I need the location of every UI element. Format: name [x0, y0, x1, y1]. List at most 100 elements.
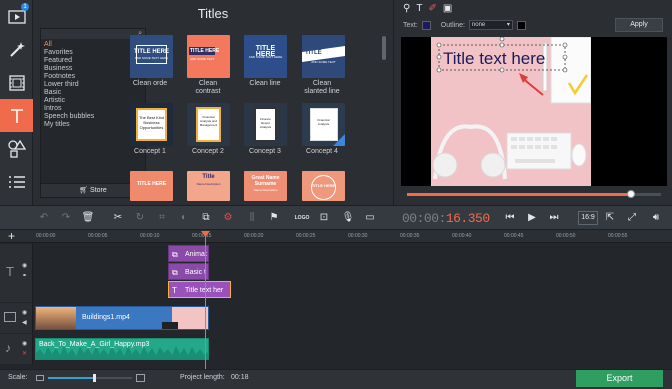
text-color-swatch[interactable]	[421, 20, 431, 30]
visibility-eye-icon[interactable]: ◉	[22, 309, 27, 316]
crop-icon[interactable]: ⌗	[154, 211, 170, 225]
thumbnail-label: Concept 3	[249, 148, 281, 155]
timeline-ruler[interactable]: + 00:00:00 00:00:05 00:00:10 00:00:15 00…	[0, 229, 672, 243]
text-style-row: Text: Outline: none ▾	[403, 20, 526, 30]
play-icon[interactable]: ▶	[524, 211, 540, 225]
import-media-tool[interactable]: 1	[0, 0, 33, 33]
category-item[interactable]: Footnotes	[44, 73, 75, 81]
font-t-icon[interactable]: T	[416, 3, 422, 14]
flag-marker-icon[interactable]: ⚑	[266, 211, 282, 225]
outline-select[interactable]: none ▾	[468, 20, 513, 30]
microphone-icon[interactable]: 🎙︎	[340, 211, 356, 225]
ruler-tick: 00:00:25	[296, 233, 316, 239]
titles-panel: Titles ⌕ All Favorites Featured Business…	[34, 0, 392, 205]
scale-slider[interactable]	[48, 374, 132, 382]
transitions-tool[interactable]	[0, 66, 33, 99]
logo-button[interactable]: LOGO	[294, 211, 310, 225]
audio-clip[interactable]: Back_To_Make_A_Girl_Happy.mp3	[35, 338, 209, 360]
visibility-eye-icon[interactable]: ◉	[22, 340, 27, 347]
redo-icon[interactable]: ↷	[58, 211, 74, 225]
more-tools[interactable]	[0, 165, 33, 198]
title-track-header: T ◉ ⚭	[0, 244, 33, 302]
stickers-tool[interactable]	[0, 132, 33, 165]
transition-icon[interactable]: ⧉	[198, 211, 214, 225]
export-button[interactable]: Export	[576, 370, 663, 387]
mute-icon[interactable]: ✕	[22, 350, 27, 357]
titles-tool[interactable]	[0, 99, 33, 132]
save-icon[interactable]: ▣	[443, 3, 452, 14]
cut-icon[interactable]: ✂	[110, 211, 126, 225]
outline-label: Outline:	[440, 21, 465, 29]
title-thumbnail[interactable]: TITLE HERE	[130, 171, 173, 201]
equalizer-icon[interactable]: ⫼	[244, 211, 260, 225]
delete-icon[interactable]: 🗑︎	[80, 211, 96, 225]
title-text-overlay[interactable]: Title text here	[443, 49, 545, 69]
category-item[interactable]: Artistic	[44, 97, 65, 105]
title-thumbnail[interactable]: Finance Report Analysis	[244, 103, 287, 146]
category-item[interactable]: Business	[44, 65, 72, 73]
zoom-icon[interactable]: ⊡	[316, 211, 332, 225]
record-screen-icon[interactable]: ▭	[362, 211, 378, 225]
mute-icon[interactable]: ◀︎	[22, 319, 27, 326]
title-thumbnail[interactable]: Great Name Surname Name Description	[244, 171, 287, 201]
zoom-in-icon[interactable]	[136, 374, 145, 382]
settings-gear-icon[interactable]: ⚙	[220, 211, 236, 225]
video-clip[interactable]: Buildings1.mp4	[35, 306, 209, 330]
title-thumbnail[interactable]: Title Name Description	[187, 171, 230, 201]
category-item[interactable]: All	[44, 41, 52, 49]
title-thumbnail[interactable]: TITLE HERE AND SOME TEXT HERE	[244, 35, 287, 78]
title-thumbnail[interactable]: Financial Analysis	[302, 103, 345, 146]
ruler-tick: 00:00:10	[140, 233, 160, 239]
clip-properties-icon[interactable]: ⚲	[403, 3, 410, 14]
color-adjust-icon[interactable]: ◐	[176, 211, 192, 225]
apply-button[interactable]: Apply	[615, 18, 663, 32]
volume-icon[interactable]: 🔊︎	[648, 211, 664, 225]
thumb-sub: Name Description	[253, 188, 278, 192]
zoom-out-icon[interactable]	[36, 375, 44, 381]
title-thumbnail[interactable]: Financial Analysis and Management	[187, 103, 230, 146]
thumb-caption: TITLE HERE	[133, 49, 169, 55]
detach-preview-icon[interactable]: ⇱	[602, 211, 618, 225]
category-item[interactable]: Featured	[44, 57, 72, 65]
title-thumbnail[interactable]: TITLE AND SOME TEXT	[302, 35, 345, 78]
timecode-current: 16.350	[445, 211, 490, 226]
skip-forward-icon[interactable]: ⏭	[546, 211, 562, 225]
title-clip[interactable]: ⧉ Basic t	[168, 263, 209, 280]
title-thumbnail[interactable]: TITLE HERE	[302, 171, 345, 201]
category-item[interactable]: My titles	[44, 121, 70, 129]
undo-icon[interactable]: ↶	[36, 211, 52, 225]
title-thumbnail[interactable]: TITLE HERE AND SOME TEXT	[187, 35, 230, 78]
ruler-tick: 00:00:20	[244, 233, 264, 239]
seek-handle[interactable]	[626, 190, 635, 198]
category-item[interactable]: Basic	[44, 89, 61, 97]
title-thumbnail[interactable]: TITLE HERE AND SOME TEXT HERE	[130, 35, 173, 78]
audio-track-lane: Back_To_Make_A_Girl_Happy.mp3	[33, 334, 672, 364]
scale-handle[interactable]	[93, 374, 97, 382]
outline-color-swatch[interactable]	[516, 20, 526, 30]
notification-badge: 1	[21, 3, 29, 11]
filters-tool[interactable]	[0, 33, 33, 66]
fullscreen-icon[interactable]: ⤢	[624, 211, 640, 225]
category-item[interactable]: Speech bubbles	[44, 113, 94, 121]
title-thumbnail[interactable]: The Best Kind Business Opportunities	[130, 103, 173, 146]
skip-back-icon[interactable]: ⏮	[502, 211, 518, 225]
add-track-icon[interactable]: +	[8, 229, 15, 243]
transition-marker-icon[interactable]	[162, 322, 178, 329]
category-item[interactable]: Intros	[44, 105, 62, 113]
preview-canvas[interactable]: Title text here	[431, 37, 591, 186]
aspect-ratio-button[interactable]: 16:9	[578, 211, 598, 225]
link-icon[interactable]: ⚭	[22, 272, 27, 279]
visibility-eye-icon[interactable]: ◉	[22, 262, 27, 269]
thumbnail-scrollbar[interactable]	[382, 36, 386, 60]
category-item[interactable]: Lower third	[44, 81, 79, 89]
rotate-icon[interactable]: ↻	[132, 211, 148, 225]
title-clip-selected[interactable]: TTitle text her	[168, 281, 231, 298]
left-toolbar: 1	[0, 0, 33, 205]
thumb-sub: AND SOME TEXT HERE	[134, 56, 169, 60]
playhead[interactable]	[205, 231, 206, 369]
title-clip[interactable]: ⧉ Animat	[168, 245, 209, 262]
category-item[interactable]: Favorites	[44, 49, 73, 57]
color-picker-icon[interactable]: ✐	[428, 3, 436, 14]
video-track-lane: Buildings1.mp4	[33, 303, 672, 333]
preview-seekbar[interactable]	[407, 190, 661, 198]
